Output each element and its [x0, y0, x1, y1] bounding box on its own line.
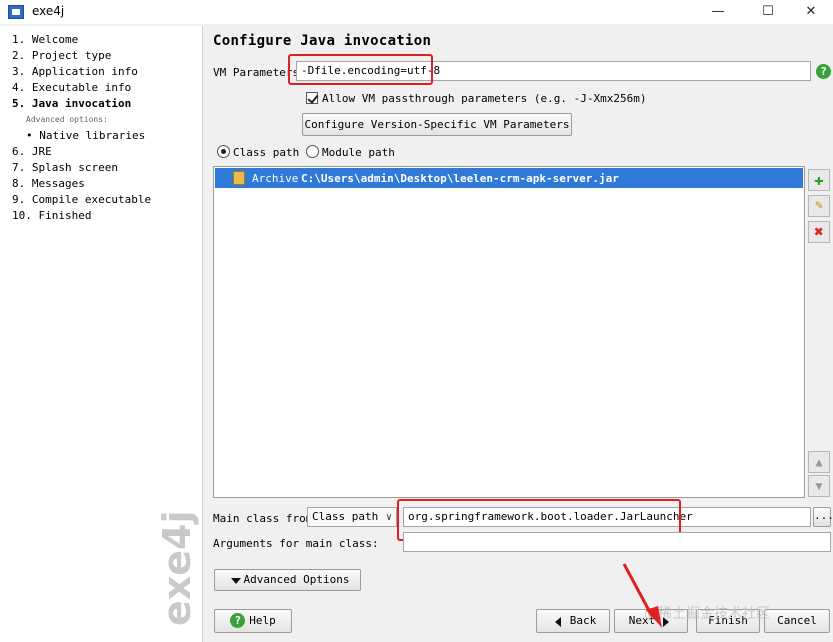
passthrough-checkbox[interactable] [306, 92, 318, 104]
step-messages[interactable]: 8. Messages [12, 177, 85, 190]
arguments-input[interactable] [403, 532, 831, 552]
edit-entry-icon[interactable]: ✎ [808, 195, 830, 217]
modulepath-radio-label: Module path [322, 146, 395, 159]
modulepath-radio[interactable] [306, 145, 319, 158]
back-button-label: Back [569, 614, 597, 627]
app-icon [8, 5, 24, 19]
advanced-options-button[interactable]: Advanced Options [214, 569, 361, 591]
step-application-info[interactable]: 3. Application info [12, 65, 138, 78]
step-splash-screen[interactable]: 7. Splash screen [12, 161, 118, 174]
step-jre[interactable]: 6. JRE [12, 145, 52, 158]
chevron-down-icon: ∨ [385, 512, 392, 523]
highlight-box-vm [288, 54, 433, 85]
step-java-invocation[interactable]: 5. Java invocation [12, 97, 131, 110]
step-native-libraries[interactable]: • Native libraries [26, 129, 145, 142]
advanced-options-heading: Advanced options: [26, 115, 108, 124]
add-entry-icon[interactable]: ✚ [808, 169, 830, 191]
maximize-button[interactable]: ☐ [745, 0, 791, 24]
arguments-label: Arguments for main class: [213, 537, 379, 550]
back-button[interactable]: Back [536, 609, 610, 633]
browse-main-class-button[interactable]: ... [813, 507, 833, 527]
step-project-type[interactable]: 2. Project type [12, 49, 111, 62]
cancel-button[interactable]: Cancel [764, 609, 830, 633]
main-class-source-value: Class path [312, 510, 379, 523]
move-up-icon[interactable]: ▲ [808, 451, 830, 473]
passthrough-label: Allow VM passthrough parameters (e.g. -J… [322, 92, 647, 105]
step-executable-info[interactable]: 4. Executable info [12, 81, 131, 94]
jar-archive-icon [233, 171, 245, 185]
classpath-list[interactable]: Archive C:\Users\admin\Desktop\leelen-cr… [213, 166, 805, 498]
help-circle-icon: ? [230, 613, 246, 628]
step-welcome[interactable]: 1. Welcome [12, 33, 78, 46]
help-button-label: Help [249, 614, 276, 627]
close-button[interactable]: ✕ [788, 0, 833, 24]
title-bar: exe4j — ☐ ✕ [0, 0, 833, 24]
minimize-button[interactable]: — [695, 0, 741, 24]
archive-path: C:\Users\admin\Desktop\leelen-crm-apk-se… [301, 172, 619, 185]
triangle-down-icon [231, 578, 241, 584]
advanced-options-label: Advanced Options [243, 573, 350, 586]
archive-type-label: Archive [252, 172, 299, 185]
configure-version-vm-button[interactable]: Configure Version-Specific VM Parameters [302, 113, 572, 136]
classpath-radio-label: Class path [233, 146, 300, 159]
back-arrow-icon [555, 617, 561, 627]
help-icon[interactable]: ? [816, 64, 831, 79]
main-class-label: Main class from [213, 512, 313, 525]
help-button[interactable]: ? Help [214, 609, 292, 633]
list-item[interactable]: Archive C:\Users\admin\Desktop\leelen-cr… [215, 168, 803, 188]
classpath-radio[interactable] [217, 145, 230, 158]
main-class-source-select[interactable]: Class path ∨ [307, 507, 397, 527]
steps-sidebar: 1. Welcome 2. Project type 3. Applicatio… [0, 26, 203, 642]
sidebar-watermark: exe4j [155, 510, 199, 626]
window-title: exe4j [32, 4, 65, 18]
red-arrow-annotation [622, 563, 662, 628]
move-down-icon[interactable]: ▼ [808, 475, 830, 497]
step-finished[interactable]: 10. Finished [12, 209, 91, 222]
step-compile-executable[interactable]: 9. Compile executable [12, 193, 151, 206]
page-title: Configure Java invocation [213, 33, 432, 49]
remove-entry-icon[interactable]: ✖ [808, 221, 830, 243]
